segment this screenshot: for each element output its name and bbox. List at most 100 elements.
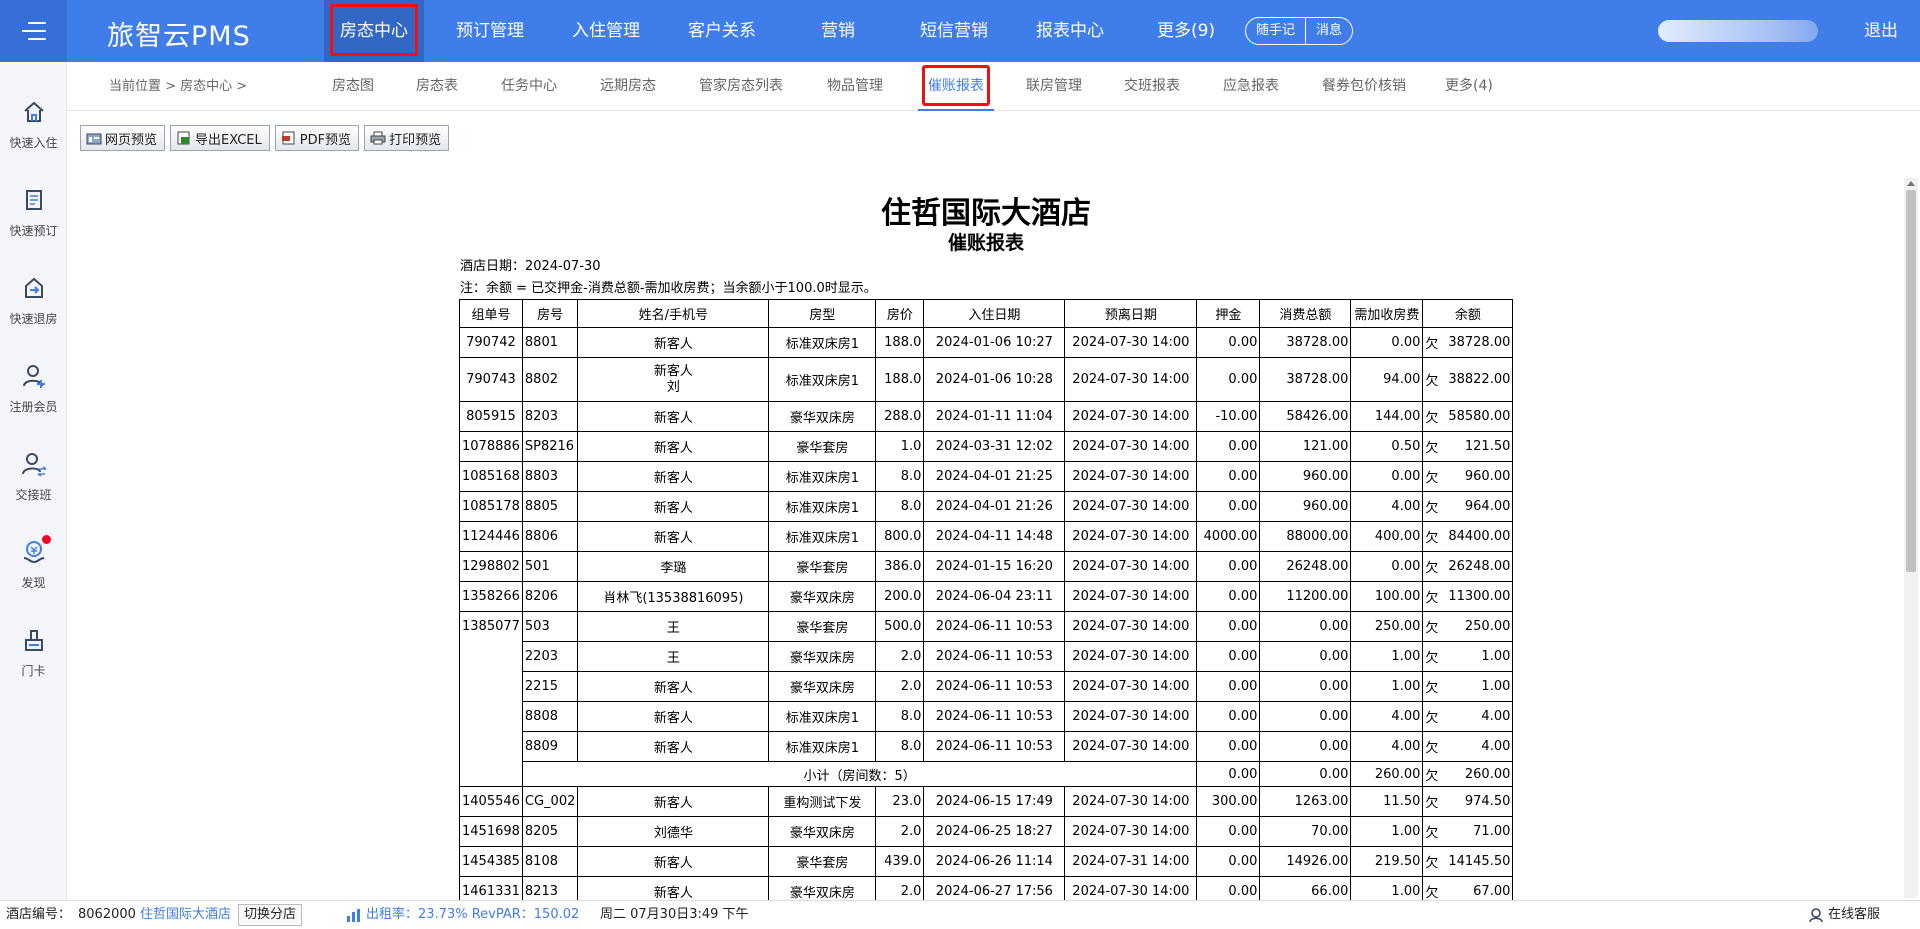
print-preview-label: 打印预览 [389,132,442,148]
notes-button[interactable]: 随手记 [1246,18,1305,44]
table-row: 790742 8801 新客人 标准双床房1 188.0 2024-01-06 10:27… [459,327,1514,358]
cell-owe-mark: 欠 [1422,846,1445,877]
tab-task-center[interactable]: 任务中心 [501,62,557,111]
tab-shift-report[interactable]: 交班报表 [1124,62,1180,111]
cell-total-spend: 0.00 [1259,611,1352,642]
sidebar-item-quick-checkout[interactable]: 快速退房 [0,274,67,327]
cell-total-spend: 0.00 [1259,671,1352,702]
cell-guest-name: 新客人 [577,671,770,702]
tab-room-status-table[interactable]: 房态表 [416,62,458,111]
subtotal-balance: 260.00 [1444,761,1514,787]
sidebar-item-register-member[interactable]: 注册会员 [0,362,67,415]
cell-room-no: 8206 [521,581,579,612]
online-support-link[interactable]: 在线客服 [1828,901,1880,929]
cell-extra-room-fee: 0.00 [1350,461,1424,492]
cell-room-rate: 8.0 [875,461,925,492]
scrollbar-thumb[interactable] [1906,190,1916,572]
tab-room-status-map[interactable]: 房态图 [332,62,374,111]
nav-sms-marketing[interactable]: 短信营销 [904,0,1004,62]
cell-group-no: 1124446 [459,521,523,552]
tab-collection-report[interactable]: 催账报表 [918,62,994,111]
subtotal-label: 小计（房间数：5） [521,761,1198,787]
cell-deposit: 0.00 [1196,551,1261,582]
cell-deposit: 0.00 [1196,357,1261,402]
cell-checkout-date: 2024-07-30 14:00 [1064,581,1198,612]
subtotal-extra-room-fee: 260.00 [1350,761,1424,787]
cell-extra-room-fee: 0.50 [1350,431,1424,462]
sidebar-item-discover[interactable]: 发现 [0,535,67,591]
cell-room-rate: 2.0 [875,641,925,672]
sidebar-item-quick-checkin[interactable]: 快速入住 [0,98,67,151]
print-preview-button[interactable]: 打印预览 [364,125,450,151]
sidebar-item-shift-handover[interactable]: 交接班 [0,450,67,503]
cell-checkin-date: 2024-06-11 10:53 [923,611,1066,642]
tab-future-room-status[interactable]: 远期房态 [600,62,656,111]
col-checkin-date: 入住日期 [923,299,1066,328]
switch-branch-button[interactable]: 切换分店 [238,904,303,926]
cell-total-spend: 121.00 [1259,431,1352,462]
cell-balance: 26248.00 [1444,551,1514,582]
cell-room-type: 豪华套房 [768,551,877,582]
cell-owe-mark: 欠 [1422,401,1445,432]
cell-group-no: 790743 [459,357,523,402]
nav-room-status-center[interactable]: 房态中心 [324,0,424,62]
export-excel-button[interactable]: 导出EXCEL [170,125,270,151]
cell-guest-name: 肖林飞(13538816095) [577,581,770,612]
cell-total-spend: 58426.00 [1259,401,1352,432]
col-room-no: 房号 [521,299,579,328]
guest-name-line-2: 刘 [666,379,680,395]
cell-extra-room-fee: 400.00 [1350,521,1424,552]
cell-group-no: 1298802 [459,551,523,582]
shift-swap-icon [21,453,46,477]
cell-group-no: 790742 [459,327,523,358]
cell-total-spend: 0.00 [1259,641,1352,672]
cell-checkin-date: 2024-01-06 10:27 [923,327,1066,358]
tab-more[interactable]: 更多(4) [1445,62,1493,111]
nav-customer-relations[interactable]: 客户关系 [672,0,772,62]
notification-dot [42,535,51,544]
cell-extra-room-fee: 94.00 [1350,357,1424,402]
tab-housekeeping-list[interactable]: 管家房态列表 [699,62,783,111]
tab-emergency-report[interactable]: 应急报表 [1223,62,1279,111]
cell-owe-mark: 欠 [1422,491,1445,522]
cell-room-no: 8801 [521,327,579,358]
menu-toggle-button[interactable] [0,0,67,62]
tab-meal-voucher[interactable]: 餐券包价核销 [1322,62,1406,111]
cell-checkin-date: 2024-06-26 11:14 [923,846,1066,877]
vertical-scrollbar[interactable] [1904,178,1918,898]
tab-item-management[interactable]: 物品管理 [827,62,883,111]
messages-button[interactable]: 消息 [1305,18,1352,44]
cell-owe-mark: 欠 [1422,641,1445,672]
pdf-preview-button[interactable]: PDF预览 [274,125,360,151]
nav-more[interactable]: 更多(9) [1136,0,1236,62]
sidebar-label: 发现 [21,576,46,590]
nav-reservation-management[interactable]: 预订管理 [440,0,540,62]
user-info-blurred[interactable] [1658,20,1818,42]
cell-room-no: 8205 [521,816,579,847]
printer-icon [370,131,386,145]
cell-owe-mark: 欠 [1422,816,1445,847]
cell-room-no: 503 [521,611,579,642]
table-row: 1454385 8108 新客人 豪华套房 439.0 2024-06-26 11:14 2… [459,846,1514,877]
cell-guest-name: 新客人 [577,876,770,900]
report-hotel-date: 酒店日期：2024-07-30 [460,259,601,274]
tab-linked-rooms[interactable]: 联房管理 [1026,62,1082,111]
cell-owe-mark: 欠 [1422,461,1445,492]
hotel-name-link[interactable]: 住哲国际大酒店 [140,901,231,929]
col-group-no: 组单号 [459,299,523,328]
cell-guest-name: 刘德华 [577,816,770,847]
cell-balance: 250.00 [1444,611,1514,642]
nav-report-center[interactable]: 报表中心 [1020,0,1120,62]
sidebar-item-door-card[interactable]: 门卡 [0,626,67,679]
nav-checkin-management[interactable]: 入住管理 [556,0,656,62]
sidebar-item-quick-booking[interactable]: 快速预订 [0,186,67,239]
logout-link[interactable]: 退出 [1864,0,1898,62]
cell-guest-name: 新客人 [577,461,770,492]
web-preview-button[interactable]: 网页预览 [80,125,166,151]
scroll-up-arrow[interactable] [1907,181,1915,186]
table-row: 2203 王 豪华双床房 2.0 2024-06-11 10:53 2024-07-30 … [460,641,1514,672]
nav-marketing[interactable]: 营销 [788,0,888,62]
cell-room-rate: 8.0 [875,701,925,732]
sidebar-label: 快速预订 [9,224,58,238]
cell-guest-name: 新客人 [577,401,770,432]
